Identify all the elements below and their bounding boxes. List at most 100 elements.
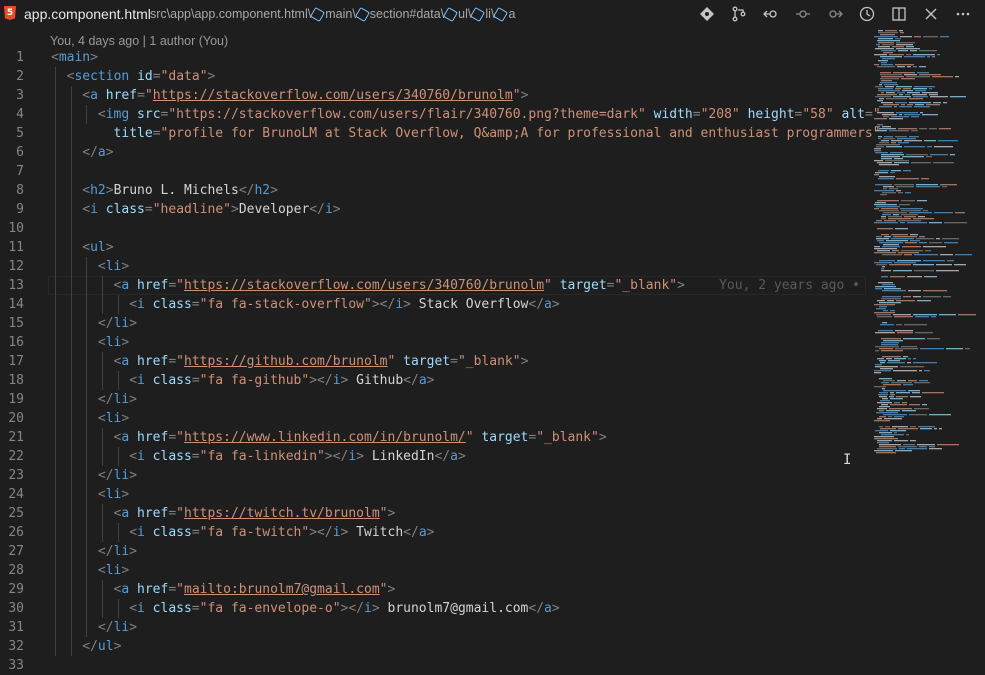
code-token: a: [121, 506, 130, 521]
code-line[interactable]: 9 <i class="headline">Developer</i>: [0, 200, 866, 219]
minimap-line: [874, 36, 898, 38]
minimap-line: [934, 428, 937, 430]
code-token: >: [207, 69, 216, 84]
code-line[interactable]: 3 <a href="https://stackoverflow.com/user…: [0, 86, 866, 105]
code-line[interactable]: 20 <li>: [0, 409, 866, 428]
code-line[interactable]: 14 <i class="fa fa-stack-overflow"></i> S…: [0, 295, 866, 314]
code-token: mailto:brunolm7@gmail.com: [184, 582, 380, 597]
code-line[interactable]: 2 <section id="data">: [0, 67, 866, 86]
source-control-icon[interactable]: [723, 4, 755, 24]
code-line[interactable]: 1 <main>: [0, 48, 866, 67]
code-line[interactable]: 19 </li>: [0, 390, 866, 409]
code-line[interactable]: 4 <img src = "https://stackoverflow.com/use…: [0, 105, 880, 124]
timeline-icon[interactable]: [851, 4, 883, 24]
git-compare-icon[interactable]: [691, 4, 723, 24]
breadcrumb-item-path[interactable]: src\app\app.component.html: [150, 7, 308, 21]
code-line[interactable]: 24 <li>: [0, 485, 866, 504]
code-line[interactable]: 30 <i class="fa fa-envelope-o"></i> bruno…: [0, 599, 866, 618]
minimap-line: [898, 252, 919, 254]
code-line[interactable]: 5 title="profile for BrunoLM at Stack Ove…: [0, 124, 880, 143]
code-line[interactable]: 10: [0, 219, 866, 238]
code-token: ": [512, 88, 521, 103]
go-back-icon[interactable]: [755, 4, 787, 24]
minimap-line: [879, 432, 892, 434]
breadcrumb-item-ul[interactable]: ul: [443, 6, 468, 22]
more-icon[interactable]: [947, 4, 979, 24]
code-line[interactable]: 6 </a>: [0, 143, 866, 162]
minimap-line: [874, 248, 897, 250]
minimap-line: [875, 202, 886, 204]
minimap-line: [881, 268, 884, 270]
breadcrumb-label: section#data: [369, 7, 441, 21]
code-line[interactable]: 25 <a href="https://twitch.tv/brunolm">: [0, 504, 866, 523]
code-line[interactable]: 7: [0, 162, 866, 181]
code-token: =: [168, 354, 177, 369]
minimap-line: [876, 44, 880, 46]
minimap-line: [895, 330, 913, 332]
go-circle-icon[interactable]: [787, 4, 819, 24]
minimap-line: [940, 184, 957, 186]
minimap-line: [883, 310, 888, 312]
code-token: </: [403, 525, 419, 540]
minimap-line: [904, 324, 927, 326]
minimap-line: [881, 156, 900, 158]
code-line[interactable]: 15 </li>: [0, 314, 866, 333]
minimap-line: [919, 74, 941, 76]
code-line[interactable]: 32 </ul>: [0, 637, 866, 656]
code-line[interactable]: 8 <h2>Bruno L. Michels</h2>: [0, 181, 866, 200]
code-token: class: [152, 297, 192, 312]
minimap-line: [883, 390, 906, 392]
code-line[interactable]: 33: [0, 656, 866, 675]
code-token: =: [191, 601, 200, 616]
minimap-line: [881, 208, 898, 210]
breadcrumb: src\app\app.component.html \ main \ sect…: [150, 6, 515, 22]
breadcrumb-item-main[interactable]: main: [310, 6, 352, 22]
code-line[interactable]: 18 <i class="fa fa-github"></i> Github</a…: [0, 371, 866, 390]
code-line[interactable]: 13 <a href="https://stackoverflow.com/use…: [0, 276, 866, 295]
minimap-line: [903, 356, 908, 358]
code-line[interactable]: 12 <li>: [0, 257, 866, 276]
code-token: class: [152, 373, 192, 388]
minimap-line: [886, 358, 892, 360]
code-text: <section id="data">: [67, 67, 216, 86]
minimap-line: [916, 186, 940, 188]
minimap-line: [881, 216, 886, 218]
split-editor-icon[interactable]: [883, 4, 915, 24]
code-line[interactable]: 11 <ul>: [0, 238, 866, 257]
code-line[interactable]: 27 </li>: [0, 542, 866, 561]
code-token: ></: [309, 373, 333, 388]
minimap-line: [898, 220, 921, 222]
breadcrumb-item-section[interactable]: section#data: [354, 6, 441, 22]
code-line[interactable]: 17 <a href="https://github.com/brunolm" t…: [0, 352, 866, 371]
code-line[interactable]: 21 <a href="https://www.linkedin.com/in/b…: [0, 428, 866, 447]
line-number: 9: [16, 202, 24, 217]
go-forward-icon[interactable]: [819, 4, 851, 24]
code-token: ></: [340, 601, 365, 616]
minimap-line: [877, 124, 883, 126]
code-line[interactable]: 28 <li>: [0, 561, 866, 580]
close-icon[interactable]: [915, 4, 947, 24]
code-token: h2: [254, 183, 271, 198]
code-text: <i class="fa fa-github"></i> Github</a>: [129, 371, 434, 390]
code-line[interactable]: 31 </li>: [0, 618, 866, 637]
minimap[interactable]: [870, 28, 980, 468]
minimap-line: [895, 450, 912, 452]
code-line[interactable]: 29 <a href="mailto:brunolm7@gmail.com">: [0, 580, 866, 599]
minimap-line: [896, 190, 901, 192]
code-line[interactable]: 26 <i class="fa fa-twitch"></i> Twitch</a…: [0, 523, 866, 542]
codelens-blame[interactable]: You, 4 days ago | 1 author (You): [50, 34, 228, 48]
code-line[interactable]: 22 <i class="fa fa-linkedin"></i> LinkedI…: [0, 447, 866, 466]
minimap-line: [875, 288, 882, 290]
minimap-line: [874, 160, 883, 162]
code-line[interactable]: 23 </li>: [0, 466, 866, 485]
code-line[interactable]: 16 <li>: [0, 333, 866, 352]
tab-file-name[interactable]: app.component.html: [24, 6, 151, 22]
minimap-line: [886, 146, 902, 148]
breadcrumb-item-a[interactable]: a: [493, 6, 515, 22]
code-editor[interactable]: 1 <main> 2 <section id="data"> 3 <a href="htt…: [0, 48, 880, 675]
minimap-line: [907, 66, 911, 68]
breadcrumb-item-li[interactable]: li: [470, 6, 491, 22]
minimap-line: [923, 296, 941, 298]
indent-guide: [101, 580, 103, 618]
minimap-line: [936, 264, 952, 266]
